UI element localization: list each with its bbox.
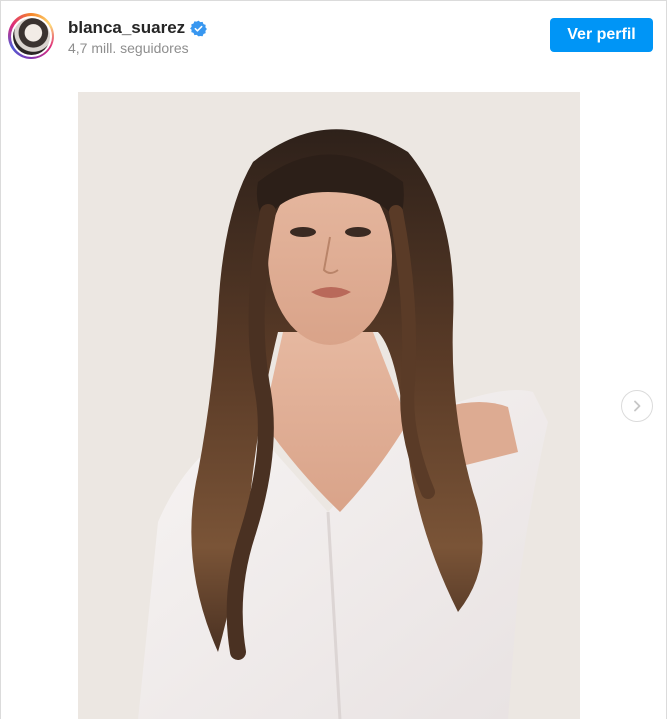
view-profile-button[interactable]: Ver perfil bbox=[550, 18, 653, 52]
instagram-embed: blanca_suarez 4,7 mill. seguidores Ver p… bbox=[0, 0, 667, 719]
post-header: blanca_suarez 4,7 mill. seguidores Ver p… bbox=[1, 1, 666, 73]
verified-badge-icon bbox=[190, 20, 208, 37]
chevron-right-icon bbox=[634, 400, 641, 412]
profile-picture bbox=[12, 17, 50, 55]
next-photo-button[interactable] bbox=[621, 390, 653, 422]
username-row: blanca_suarez bbox=[68, 18, 208, 38]
avatar[interactable] bbox=[8, 13, 54, 59]
follower-count: 4,7 mill. seguidores bbox=[68, 40, 189, 56]
post-photo[interactable] bbox=[78, 92, 580, 719]
username-link[interactable]: blanca_suarez bbox=[68, 18, 185, 38]
